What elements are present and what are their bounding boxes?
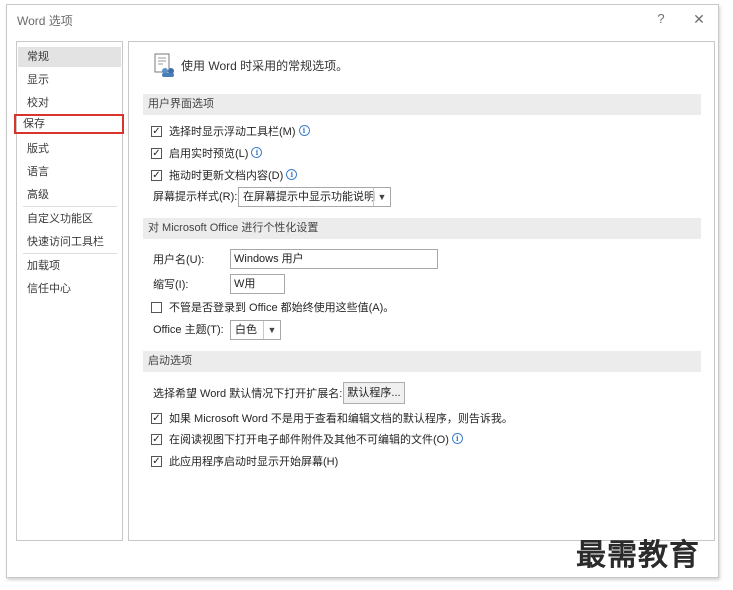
initials-label: 缩写(I): <box>153 279 189 291</box>
sidebar-divider <box>23 206 117 207</box>
always-use-values-checkbox[interactable] <box>151 302 162 313</box>
live-preview-checkbox[interactable]: ✓ <box>151 148 162 159</box>
update-content-checkbox[interactable]: ✓ <box>151 170 162 181</box>
office-theme-label: Office 主题(T): <box>153 324 224 336</box>
sidebar-item-language[interactable]: 语言 <box>18 162 121 182</box>
info-icon: i <box>286 169 298 180</box>
screentip-style-label: 屏幕提示样式(R): <box>153 191 238 203</box>
options-content: 使用 Word 时采用的常规选项。 用户界面选项 ✓ 选择时显示浮动工具栏(M)… <box>128 41 715 541</box>
word-options-dialog: Word 选项 ? ✕ 常规 显示 校对 保存 版式 语言 高级 自定义功能区 … <box>6 4 719 578</box>
screentip-style-value: 在屏幕提示中显示功能说明 <box>243 191 375 203</box>
reading-view-attachments-checkbox[interactable]: ✓ <box>151 434 162 445</box>
chevron-down-icon: ▼ <box>373 188 390 206</box>
office-theme-select[interactable]: 白色 ▼ <box>230 320 281 340</box>
chevron-down-icon: ▼ <box>263 321 280 339</box>
personalize-section-header: 对 Microsoft Office 进行个性化设置 <box>143 218 701 239</box>
floating-toolbar-checkbox[interactable]: ✓ <box>151 126 162 137</box>
default-programs-button[interactable]: 默认程序... <box>343 382 405 404</box>
default-program-warning-label: 如果 Microsoft Word 不是用于查看和编辑文档的默认程序，则告诉我。 <box>169 413 513 425</box>
live-preview-option[interactable]: ✓ 启用实时预览(L) i <box>151 146 451 162</box>
sidebar-item-general[interactable]: 常规 <box>18 47 121 67</box>
watermark-logo: 最需教育 <box>576 538 700 573</box>
default-extensions-label: 选择希望 Word 默认情况下打开扩展名: <box>153 388 343 400</box>
username-field[interactable]: Windows 用户 <box>230 249 438 269</box>
always-use-values-option[interactable]: 不管是否登录到 Office 都始终使用这些值(A)。 <box>151 300 451 316</box>
screentip-style-select[interactable]: 在屏幕提示中显示功能说明 ▼ <box>238 187 391 207</box>
sidebar-item-layout[interactable]: 版式 <box>18 139 121 159</box>
start-screen-label: 此应用程序启动时显示开始屏幕(H) <box>169 456 339 468</box>
default-program-warning-option[interactable]: ✓ 如果 Microsoft Word 不是用于查看和编辑文档的默认程序，则告诉… <box>151 411 601 427</box>
reading-view-attachments-option[interactable]: ✓ 在阅读视图下打开电子邮件附件及其他不可编辑的文件(O) i <box>151 432 601 448</box>
info-icon: i <box>251 147 263 158</box>
info-icon: i <box>451 433 463 444</box>
default-program-warning-checkbox[interactable]: ✓ <box>151 413 162 424</box>
reading-view-attachments-label: 在阅读视图下打开电子邮件附件及其他不可编辑的文件(O) <box>169 434 449 446</box>
sidebar-item-save[interactable]: 保存 <box>14 114 124 134</box>
live-preview-label: 启用实时预览(L) <box>169 148 249 160</box>
header-description: 使用 Word 时采用的常规选项。 <box>181 59 349 73</box>
sidebar-item-add-ins[interactable]: 加载项 <box>18 256 121 276</box>
help-button[interactable]: ? <box>650 9 672 29</box>
sidebar-item-quick-access-toolbar[interactable]: 快速访问工具栏 <box>18 232 121 252</box>
close-button[interactable]: ✕ <box>688 9 710 29</box>
sidebar-item-trust-center[interactable]: 信任中心 <box>18 279 121 299</box>
info-icon: i <box>298 125 310 136</box>
sidebar-item-proofing[interactable]: 校对 <box>18 93 121 113</box>
sidebar-item-customize-ribbon[interactable]: 自定义功能区 <box>18 209 121 229</box>
floating-toolbar-label: 选择时显示浮动工具栏(M) <box>169 126 296 138</box>
sidebar: 常规 显示 校对 保存 版式 语言 高级 自定义功能区 快速访问工具栏 加载项 … <box>14 41 124 541</box>
sidebar-item-advanced[interactable]: 高级 <box>18 185 121 205</box>
start-screen-option[interactable]: ✓ 此应用程序启动时显示开始屏幕(H) <box>151 454 601 470</box>
initials-field[interactable]: W用 <box>230 274 285 294</box>
office-theme-value: 白色 <box>235 324 257 336</box>
ui-options-section-header: 用户界面选项 <box>143 94 701 115</box>
title-bar: Word 选项 ? ✕ <box>7 5 718 32</box>
sidebar-divider <box>23 253 117 254</box>
update-content-label: 拖动时更新文档内容(D) <box>169 170 284 182</box>
sidebar-item-display[interactable]: 显示 <box>18 70 121 90</box>
update-content-option[interactable]: ✓ 拖动时更新文档内容(D) i <box>151 168 451 184</box>
start-screen-checkbox[interactable]: ✓ <box>151 456 162 467</box>
always-use-values-label: 不管是否登录到 Office 都始终使用这些值(A)。 <box>169 302 395 314</box>
floating-toolbar-option[interactable]: ✓ 选择时显示浮动工具栏(M) i <box>151 124 451 140</box>
username-label: 用户名(U): <box>153 254 205 266</box>
startup-section-header: 启动选项 <box>143 351 701 372</box>
options-icon <box>154 53 174 77</box>
window-title: Word 选项 <box>17 14 73 28</box>
